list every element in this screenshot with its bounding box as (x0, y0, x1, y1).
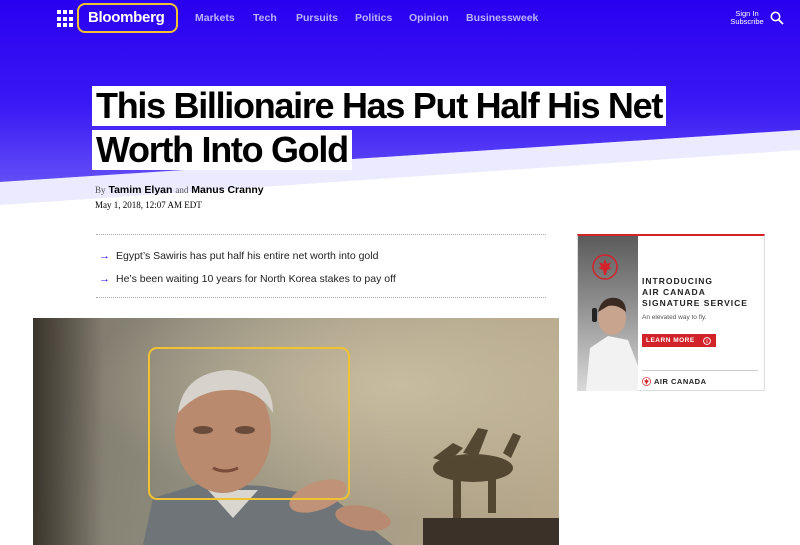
summary-item: → He’s been waiting 10 years for North Ko… (99, 273, 396, 285)
ad-headline-line-2: AIR CANADA (642, 287, 706, 297)
article-summary: → Egypt’s Sawiris has put half his entire… (96, 234, 546, 298)
arrow-right-icon: → (99, 250, 110, 262)
info-icon (703, 336, 711, 345)
nav-opinion[interactable]: Opinion (409, 12, 449, 24)
search-icon[interactable] (770, 11, 784, 25)
ad-headline-line-1: INTRODUCING (642, 276, 713, 286)
ad-headline: INTRODUCING AIR CANADA SIGNATURE SERVICE (642, 276, 748, 309)
byline-by: By (95, 185, 106, 195)
maple-leaf-icon (592, 254, 618, 280)
learn-more-button[interactable]: LEARN MORE (642, 334, 716, 347)
nav-markets[interactable]: Markets (195, 12, 235, 24)
nav-businessweek[interactable]: Businessweek (466, 12, 538, 24)
summary-item: → Egypt’s Sawiris has put half his entire… (99, 250, 378, 262)
author-manus-cranny[interactable]: Manus Cranny (191, 184, 263, 196)
nav-politics[interactable]: Politics (355, 12, 392, 24)
maple-leaf-icon (642, 377, 651, 386)
ad-photo (578, 236, 638, 391)
publish-date: May 1, 2018, 12:07 AM EDT (95, 200, 202, 210)
headline-line-1: This Billionaire Has Put Half His Net (92, 86, 667, 126)
summary-text: Egypt’s Sawiris has put half his entire … (116, 250, 379, 262)
bloomberg-logo[interactable]: Bloomberg (88, 9, 165, 26)
arrow-right-icon: → (99, 273, 110, 285)
article-headline: This Billionaire Has Put Half His Net Wo… (92, 86, 692, 174)
learn-more-label: LEARN MORE (646, 337, 695, 344)
byline: By Tamim Elyan and Manus Cranny (95, 184, 264, 196)
page: Bloomberg Markets Tech Pursuits Politics… (0, 0, 800, 545)
byline-and: and (175, 185, 189, 195)
ad-headline-line-3: SIGNATURE SERVICE (642, 298, 748, 308)
subscribe-link[interactable]: Subscribe (729, 18, 765, 26)
air-canada-ad[interactable]: INTRODUCING AIR CANADA SIGNATURE SERVICE… (577, 234, 765, 391)
nav-pursuits[interactable]: Pursuits (296, 12, 338, 24)
top-nav: Bloomberg Markets Tech Pursuits Politics… (0, 0, 800, 38)
ad-subtext: An elevated way to fly. (642, 314, 707, 321)
author-tamim-elyan[interactable]: Tamim Elyan (108, 184, 172, 196)
ad-brand: AIR CANADA (654, 377, 707, 386)
grid-menu-icon[interactable] (57, 10, 75, 28)
ad-divider (642, 370, 758, 371)
summary-text: He’s been waiting 10 years for North Kor… (116, 273, 396, 285)
headline-line-2: Worth Into Gold (92, 130, 352, 170)
account-links: Sign In Subscribe (729, 10, 765, 26)
nav-tech[interactable]: Tech (253, 12, 277, 24)
face-highlight-box (148, 347, 350, 500)
